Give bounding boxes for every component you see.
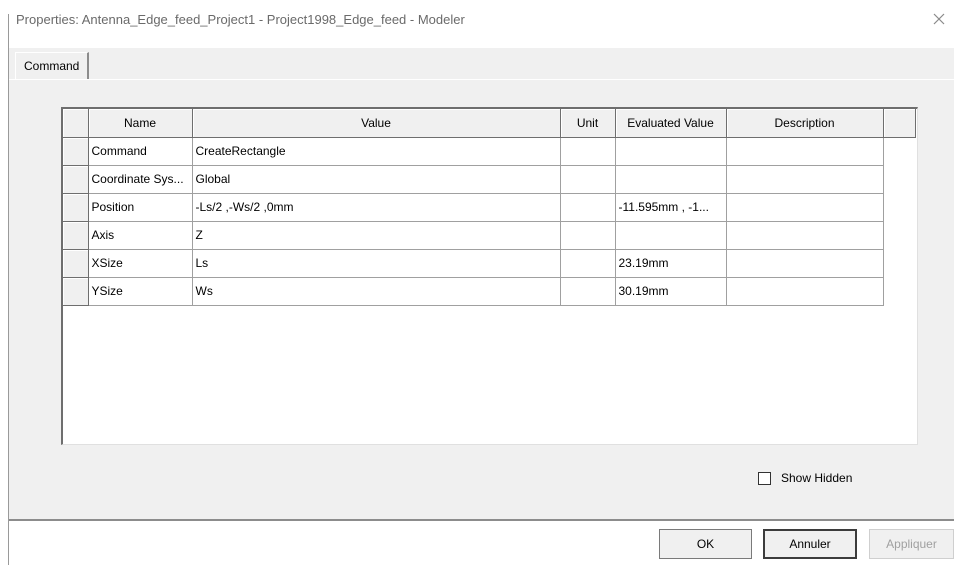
cell-unit[interactable]: [560, 221, 616, 250]
table-row[interactable]: YSize Ws 30.19mm: [63, 277, 915, 306]
cell-name: Coordinate Sys...: [88, 165, 193, 194]
row-header[interactable]: [63, 249, 89, 278]
cell-value[interactable]: -Ls/2 ,-Ws/2 ,0mm: [192, 193, 561, 222]
cell-description[interactable]: [726, 193, 884, 222]
table-row[interactable]: Axis Z: [63, 221, 915, 250]
cell-description[interactable]: [726, 277, 884, 306]
cell-unit[interactable]: [560, 193, 616, 222]
cell-description[interactable]: [726, 165, 884, 194]
tab-command[interactable]: Command: [15, 52, 90, 79]
row-header[interactable]: [63, 277, 89, 306]
row-header[interactable]: [63, 165, 89, 194]
column-header-name[interactable]: Name: [88, 109, 193, 138]
close-button[interactable]: [926, 6, 952, 32]
table-row[interactable]: Command CreateRectangle: [63, 137, 915, 166]
cell-unit[interactable]: [560, 277, 616, 306]
properties-grid[interactable]: Name Value Unit Evaluated Value Descript…: [61, 107, 918, 445]
cell-unit[interactable]: [560, 137, 616, 166]
cell-name: Position: [88, 193, 193, 222]
apply-button[interactable]: Appliquer: [869, 529, 954, 559]
cell-evaluated-value: [615, 221, 727, 250]
show-hidden-label: Show Hidden: [781, 471, 853, 485]
tab-command-label: Command: [24, 59, 80, 73]
table-row[interactable]: XSize Ls 23.19mm: [63, 249, 915, 278]
cell-filler: [883, 249, 915, 277]
cell-name: YSize: [88, 277, 193, 306]
column-header-evaluated-value[interactable]: Evaluated Value: [615, 109, 727, 138]
column-header-unit[interactable]: Unit: [560, 109, 616, 138]
cell-filler: [883, 221, 915, 249]
column-header-value[interactable]: Value: [192, 109, 561, 138]
cell-filler: [883, 277, 915, 305]
ok-button[interactable]: OK: [659, 529, 752, 559]
cell-unit[interactable]: [560, 165, 616, 194]
cell-unit[interactable]: [560, 249, 616, 278]
cell-evaluated-value: -11.595mm , -1...: [615, 193, 727, 222]
grid-header-row: Name Value Unit Evaluated Value Descript…: [63, 109, 916, 138]
cell-evaluated-value: 30.19mm: [615, 277, 727, 306]
cell-name: XSize: [88, 249, 193, 278]
cell-evaluated-value: [615, 165, 727, 194]
cell-description[interactable]: [726, 221, 884, 250]
column-header-description[interactable]: Description: [726, 109, 884, 138]
row-header[interactable]: [63, 193, 89, 222]
row-header[interactable]: [63, 137, 89, 166]
cell-evaluated-value: 23.19mm: [615, 249, 727, 278]
cell-value[interactable]: Global: [192, 165, 561, 194]
grid-corner-header[interactable]: [63, 109, 89, 138]
window-title: Properties: Antenna_Edge_feed_Project1 -…: [16, 12, 465, 27]
table-row[interactable]: Coordinate Sys... Global: [63, 165, 915, 194]
close-icon: [933, 13, 945, 25]
show-hidden-checkbox[interactable]: [758, 471, 771, 485]
cell-value[interactable]: Ls: [192, 249, 561, 278]
cell-value[interactable]: Z: [192, 221, 561, 250]
cell-name: Axis: [88, 221, 193, 250]
cell-description[interactable]: [726, 137, 884, 166]
cell-value[interactable]: Ws: [192, 277, 561, 306]
cell-description[interactable]: [726, 249, 884, 278]
cell-evaluated-value: [615, 137, 727, 166]
cell-name: Command: [88, 137, 193, 166]
table-row[interactable]: Position -Ls/2 ,-Ws/2 ,0mm -11.595mm , -…: [63, 193, 915, 222]
title-bar[interactable]: Properties: Antenna_Edge_feed_Project1 -…: [0, 0, 954, 40]
cell-value[interactable]: CreateRectangle: [192, 137, 561, 166]
cell-filler: [883, 137, 915, 165]
row-header[interactable]: [63, 221, 89, 250]
cell-filler: [883, 193, 915, 221]
cancel-button[interactable]: Annuler: [763, 529, 857, 559]
show-hidden-option[interactable]: Show Hidden: [758, 471, 852, 485]
cell-filler: [883, 165, 915, 193]
column-header-filler: [883, 109, 916, 138]
